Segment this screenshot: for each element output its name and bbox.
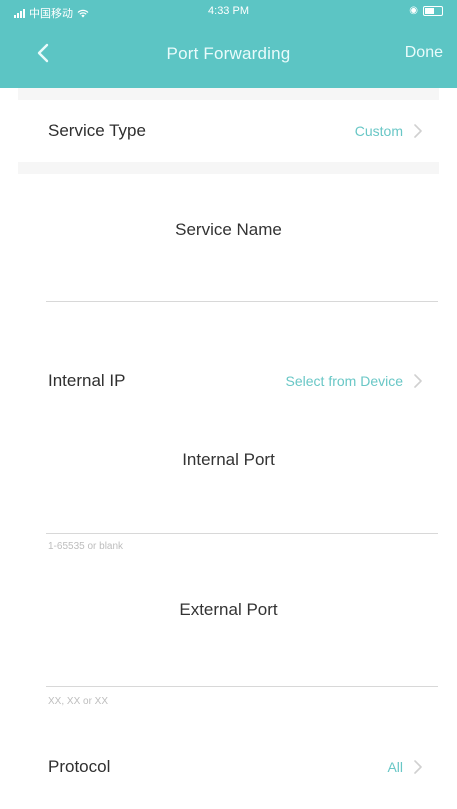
internal-ip-row[interactable]: Internal IP Select from Device (18, 350, 439, 412)
external-port-hint: XX, XX or XX (48, 696, 109, 707)
port-forwarding-screen: 中国移动 4:33 PM ◉ Port Forwarding Done Serv… (0, 0, 457, 809)
service-type-label: Service Type (48, 121, 146, 140)
chevron-right-icon (413, 373, 425, 389)
service-name-input[interactable] (46, 265, 438, 302)
select-from-device-link: Select from Device (285, 373, 403, 389)
internal-port-hint: 1-65535 or blank (48, 541, 124, 552)
chevron-right-icon (413, 123, 425, 139)
protocol-row[interactable]: Protocol All (18, 736, 439, 798)
service-type-value: Custom (354, 123, 403, 139)
status-time: 4:33 PM (208, 5, 249, 17)
page-title: Port Forwarding (166, 44, 291, 63)
location-icon: ◉ (409, 5, 418, 16)
service-name-label: Service Name (175, 220, 282, 239)
external-port-input[interactable] (46, 650, 438, 687)
chevron-right-icon (413, 759, 425, 775)
section-gap (18, 162, 439, 174)
protocol-label: Protocol (48, 757, 111, 776)
status-bar: 中国移动 4:33 PM ◉ (0, 0, 457, 22)
nav-bar: Port Forwarding Done (0, 22, 457, 88)
internal-port-label: Internal Port (182, 450, 275, 469)
internal-ip-label: Internal IP (48, 371, 126, 390)
done-button[interactable]: Done (405, 44, 443, 62)
header: 中国移动 4:33 PM ◉ Port Forwarding Done (0, 0, 457, 88)
protocol-value: All (387, 759, 403, 775)
battery-icon (423, 5, 443, 16)
section-gap (18, 88, 439, 100)
status-right: ◉ (409, 5, 443, 16)
external-port-label: External Port (179, 600, 278, 619)
service-type-row[interactable]: Service Type Custom (18, 100, 439, 162)
internal-port-input[interactable] (46, 497, 438, 534)
